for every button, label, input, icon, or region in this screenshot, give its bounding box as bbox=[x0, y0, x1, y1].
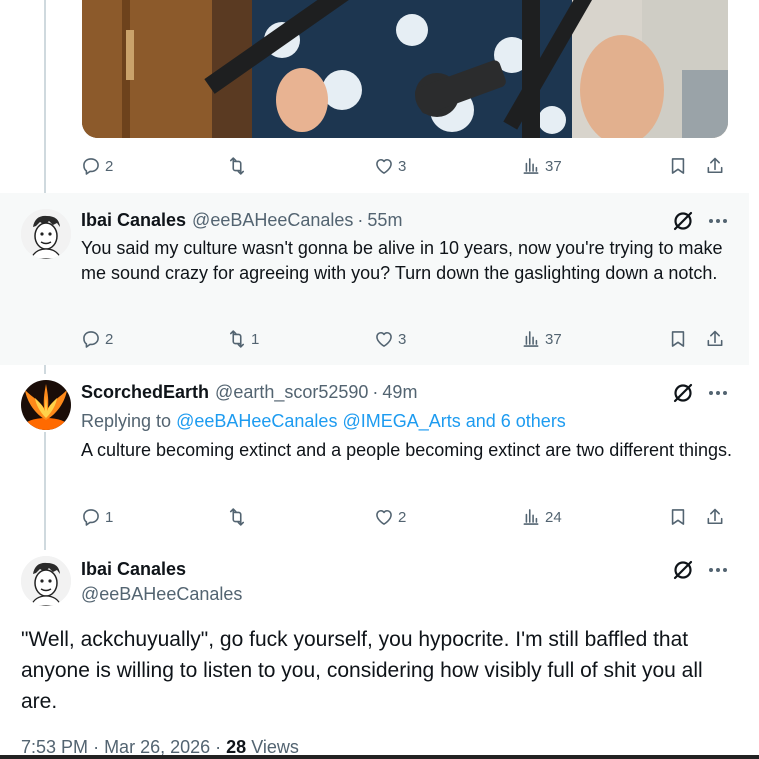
like-count: 3 bbox=[398, 330, 407, 348]
bookmark-icon bbox=[671, 509, 685, 525]
reply-icon bbox=[83, 331, 99, 348]
author-handle[interactable]: @earth_scor52590 bbox=[215, 382, 368, 403]
avatar[interactable] bbox=[21, 556, 71, 606]
author-name[interactable]: Ibai Canales bbox=[81, 210, 186, 231]
focused-tweet: Ibai Canales @eeBAHeeCanales "Well, ackc… bbox=[0, 537, 749, 759]
tweet-actions: 2 3 37 bbox=[81, 154, 727, 178]
author-name[interactable]: Ibai Canales bbox=[81, 559, 186, 580]
like-icon bbox=[376, 509, 392, 525]
media-tweet[interactable]: 2 3 37 bbox=[0, 0, 749, 193]
more-icon[interactable] bbox=[706, 382, 730, 404]
tweet-top-right-icons bbox=[672, 210, 732, 232]
reply-button[interactable]: 2 bbox=[81, 154, 113, 178]
repost-icon bbox=[229, 157, 245, 175]
reply-count: 2 bbox=[105, 157, 114, 175]
timestamp[interactable]: 55m bbox=[367, 210, 402, 231]
bookmark-button[interactable] bbox=[668, 505, 688, 529]
repost-count: 1 bbox=[251, 330, 260, 348]
views-count: 24 bbox=[545, 508, 562, 526]
like-button[interactable]: 3 bbox=[374, 327, 406, 351]
views-count: 37 bbox=[545, 157, 562, 175]
replying-to: Replying to @eeBAHeeCanales @IMEGA_Arts … bbox=[81, 411, 566, 432]
bookmark-button[interactable] bbox=[668, 327, 688, 351]
author-handle[interactable]: @eeBAHeeCanales bbox=[81, 584, 242, 605]
repost-button[interactable] bbox=[227, 505, 251, 529]
repost-icon bbox=[229, 330, 245, 348]
views-total: 28 bbox=[226, 737, 247, 757]
like-count: 2 bbox=[398, 508, 407, 526]
avatar[interactable] bbox=[21, 209, 71, 259]
like-button[interactable]: 3 bbox=[374, 154, 406, 178]
tweet-actions: 2 1 3 37 bbox=[81, 327, 727, 351]
author-handle[interactable]: @eeBAHeeCanales bbox=[192, 210, 353, 231]
views-icon bbox=[523, 331, 539, 347]
separator-dot: · bbox=[215, 737, 227, 757]
grok-icon[interactable] bbox=[672, 382, 694, 404]
share-button[interactable] bbox=[705, 154, 725, 178]
tweet-text: "Well, ackchuyually", go fuck yourself, … bbox=[21, 628, 703, 713]
tweet-actions: 1 2 24 bbox=[81, 505, 727, 529]
views-icon bbox=[523, 509, 539, 525]
tweet-text: A culture becoming extinct and a people … bbox=[81, 440, 733, 460]
tweet-top-right-icons bbox=[672, 382, 732, 404]
more-icon[interactable] bbox=[706, 559, 730, 581]
views-button[interactable]: 24 bbox=[521, 505, 562, 529]
bookmark-icon bbox=[671, 158, 685, 174]
tweet-date[interactable]: Mar 26, 2026 bbox=[104, 737, 210, 757]
views-button[interactable]: 37 bbox=[521, 327, 562, 351]
share-button[interactable] bbox=[705, 505, 725, 529]
reply-button[interactable]: 1 bbox=[81, 505, 113, 529]
separator-dot: · bbox=[372, 382, 379, 402]
tweet-time[interactable]: 7:53 PM bbox=[21, 737, 88, 757]
tweet-text: You said my culture wasn't gonna be aliv… bbox=[81, 238, 723, 283]
reply-count: 1 bbox=[105, 508, 114, 526]
like-icon bbox=[376, 331, 392, 347]
more-icon[interactable] bbox=[706, 210, 730, 232]
separator-dot: · bbox=[357, 210, 364, 230]
timestamp[interactable]: 49m bbox=[382, 382, 417, 403]
separator-dot: · bbox=[93, 737, 105, 757]
repost-button[interactable] bbox=[227, 154, 251, 178]
views-icon bbox=[523, 158, 539, 174]
views-label: Views bbox=[251, 737, 299, 757]
tweet-photo[interactable] bbox=[82, 0, 728, 138]
replying-to-label: Replying to bbox=[81, 411, 172, 431]
share-icon bbox=[707, 157, 723, 174]
reply-tweet[interactable]: Ibai Canales @eeBAHeeCanales · 55m You s… bbox=[0, 193, 749, 365]
tweet-header: Ibai Canales @eeBAHeeCanales · 55m bbox=[81, 210, 402, 232]
bookmark-button[interactable] bbox=[668, 154, 688, 178]
bookmark-icon bbox=[671, 331, 685, 347]
tweet-header: ScorchedEarth @earth_scor52590 · 49m bbox=[81, 382, 417, 404]
share-icon bbox=[707, 330, 723, 347]
reply-tweet[interactable]: ScorchedEarth @earth_scor52590 · 49m Rep… bbox=[0, 365, 749, 537]
views-count: 37 bbox=[545, 330, 562, 348]
share-icon bbox=[707, 508, 723, 525]
reply-icon bbox=[83, 158, 99, 175]
reply-icon bbox=[83, 509, 99, 526]
tweet-top-right-icons bbox=[672, 559, 732, 581]
repost-icon bbox=[229, 508, 245, 526]
avatar[interactable] bbox=[21, 380, 71, 430]
reply-count: 2 bbox=[105, 330, 114, 348]
tweet-handle-row: @eeBAHeeCanales bbox=[81, 584, 242, 606]
window-bottom-edge bbox=[0, 755, 759, 759]
replying-to-users[interactable]: @eeBAHeeCanales @IMEGA_Arts and 6 others bbox=[176, 411, 566, 431]
like-button[interactable]: 2 bbox=[374, 505, 406, 529]
like-count: 3 bbox=[398, 157, 407, 175]
grok-icon[interactable] bbox=[672, 210, 694, 232]
tweet-header: Ibai Canales bbox=[81, 559, 186, 581]
author-name[interactable]: ScorchedEarth bbox=[81, 382, 209, 403]
like-icon bbox=[376, 158, 392, 174]
share-button[interactable] bbox=[705, 327, 725, 351]
grok-icon[interactable] bbox=[672, 559, 694, 581]
views-button[interactable]: 37 bbox=[521, 154, 562, 178]
repost-button[interactable]: 1 bbox=[227, 327, 259, 351]
reply-button[interactable]: 2 bbox=[81, 327, 113, 351]
